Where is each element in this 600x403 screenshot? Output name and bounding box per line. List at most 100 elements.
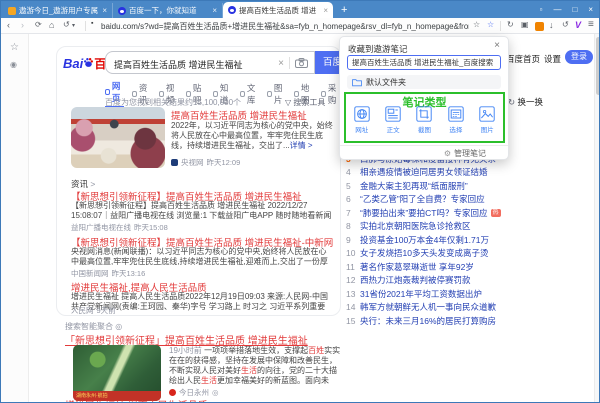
hot-search-item[interactable]: 4相亲遇疫情被迫同居男女领证结婚 — [346, 166, 591, 180]
result3-source: 中国新闻网昨天13:16 — [71, 268, 145, 279]
close-window-button[interactable]: × — [588, 5, 593, 14]
chevron-right-icon: > — [90, 179, 95, 189]
search-tools[interactable]: ▽ 搜索工具 — [285, 97, 325, 108]
baidu-paw-icon — [83, 57, 94, 68]
search-query-text: 提高百姓生活品质 增进民生福祉 — [114, 58, 274, 71]
tab-close-icon[interactable]: × — [102, 6, 107, 15]
hot-search-item[interactable]: 6“乙类乙管”阳了全自费？专家回应 — [346, 193, 591, 207]
result1-thumbnail[interactable] — [71, 107, 165, 168]
image-icon — [267, 91, 272, 97]
divider — [289, 57, 290, 69]
hot-search-list: 3白肺与原始毒株和疫苗接种有无关系 4相亲遇疫情被迫同居男女领证结婚 5金融大案… — [346, 152, 591, 328]
search-box[interactable]: 提高百姓生活品质 增进民生福祉 × — [105, 51, 315, 74]
note-type-selection[interactable]: 选择 — [443, 106, 469, 134]
sync-icon[interactable]: ↺ — [562, 20, 569, 29]
forward-icon[interactable]: › — [21, 20, 24, 30]
maximize-button[interactable]: □ — [572, 5, 577, 14]
hot-search-item[interactable]: 7“肺要拍出来”要拍CT吗？专家回应热 — [346, 206, 591, 220]
browser-side-strip: ☆ ◉ — [1, 34, 29, 403]
panel-icon[interactable]: ▫ — [540, 5, 543, 14]
info-circle-icon[interactable]: ◎ — [212, 388, 219, 397]
image-icon — [479, 106, 495, 122]
baidu-results-page: ☆ ◉ Bai百度 提高百姓生活品质 增进民生福祉 × 百度一下 网页 资讯 视… — [1, 34, 600, 403]
note-type-article[interactable]: 正文 — [380, 106, 406, 134]
tab-close-icon[interactable]: × — [323, 6, 328, 15]
divider — [500, 21, 501, 31]
camera-search-icon[interactable] — [295, 58, 308, 68]
tab-title: 百度一下，你就知道 — [129, 5, 208, 16]
tab-images[interactable]: 图片 — [267, 80, 286, 108]
folder-icon — [352, 78, 362, 87]
manage-notes-link[interactable]: 管理笔记 — [454, 148, 486, 159]
reader-eye-icon[interactable]: ◉ — [10, 60, 17, 69]
hot-search-item[interactable]: 12西热力江炮轰裁判被停赛罚款 — [346, 274, 591, 288]
result5-snippet: 19小时前 一项项举措落地生效，支撑起百姓实实在在的获得感，坚持在发展中保障和改… — [169, 346, 341, 386]
site-security-icon[interactable]: ▪ — [91, 20, 93, 27]
hot-search-item[interactable]: 5金融大案主犯再现“纸面服刑” — [346, 179, 591, 193]
result1-more-link[interactable]: 详情 > — [290, 141, 313, 150]
login-button[interactable]: 登录 — [565, 50, 593, 64]
tab-wenku[interactable]: 文库 — [240, 80, 259, 108]
note-type-url[interactable]: 网址 — [349, 106, 375, 134]
note-type-image[interactable]: 图片 — [474, 106, 500, 134]
document-icon — [385, 106, 401, 122]
extension-icon[interactable] — [535, 22, 544, 31]
new-tab-button[interactable]: + — [341, 4, 347, 16]
address-bar[interactable]: baidu.com/s?wd=提高百姓生活品质+增进民生福祉&sa=fyb_n_… — [101, 21, 469, 32]
cctv-favicon — [171, 159, 178, 166]
popup-close-icon[interactable]: × — [494, 40, 500, 51]
page-scrollbar[interactable] — [594, 34, 600, 403]
note-type-buttons: 网址 正文 截图 选择 图片 — [346, 106, 503, 134]
note-type-screenshot[interactable]: 截图 — [411, 106, 437, 134]
result5-thumbnail[interactable]: 湖南永州·航拍 — [73, 345, 161, 401]
refresh-circle-icon: ↻ — [508, 97, 515, 107]
tab-baidu-home[interactable]: 百度一下，你就知道 × — [113, 3, 223, 18]
popup-title: 收藏到遨游笔记 — [348, 43, 408, 55]
download-icon[interactable]: ↓ — [549, 20, 554, 30]
clear-search-icon[interactable]: × — [278, 58, 284, 69]
menu-icon[interactable]: ≡ — [588, 19, 594, 30]
minimize-button[interactable]: — — [553, 5, 561, 14]
note-title-input[interactable] — [347, 55, 501, 70]
recently-closed-icon[interactable]: ↺ — [63, 20, 70, 29]
settings-link[interactable]: 设置 — [544, 53, 561, 65]
result1-title[interactable]: 提高百姓生活品质 增进民生福祉 — [171, 108, 336, 122]
tab-close-icon[interactable]: × — [212, 6, 217, 15]
hot-refresh-button[interactable]: ↻ 换一换 — [508, 96, 543, 108]
hot-search-item[interactable]: 1331省份2021年平均工资数据出炉 — [346, 287, 591, 301]
gear-icon: ⚙ — [444, 149, 451, 158]
globe-icon — [354, 106, 370, 122]
result6-title[interactable]: 增进民生福祉 提高人民生活品质 — [65, 397, 340, 403]
hot-search-item[interactable]: 15央行：未来三月16%的居民打算购房 — [346, 314, 591, 328]
hot-search-item[interactable]: 10女子发烧捂10多天头发变成离子烫 — [346, 247, 591, 261]
tab-maxthon-today[interactable]: 遨游今日_遨游用户专属 × — [3, 3, 113, 18]
hot-search-item[interactable]: 11著名作家葛翠琳逝世 享年92岁 — [346, 260, 591, 274]
chevron-down-icon[interactable]: ▾ — [72, 22, 75, 29]
scrollbar-thumb[interactable] — [596, 37, 600, 95]
hot-search-item[interactable]: 14韩军方就朝鲜无人机一事向民众道歉 — [346, 301, 591, 315]
vip-icon[interactable]: V — [575, 20, 581, 30]
save-to-maxnote-popup: 收藏到遨游笔记 × 默认文件夹 笔记类型 网址 正文 截图 — [339, 36, 509, 160]
back-icon[interactable]: ‹ — [7, 20, 10, 30]
info-circle-icon[interactable]: ◎ — [115, 322, 122, 331]
result2-source: 益阳广播电视在线昨天15:08 — [71, 222, 168, 233]
smart-aggregation-label: 搜索智能聚合 ◎ — [65, 321, 122, 332]
result4-source: 人民网9天前 — [71, 305, 116, 316]
selection-icon — [448, 106, 464, 122]
favorites-star-icon[interactable]: ☆ — [10, 42, 19, 53]
baidu-home-link[interactable]: 百度首页 — [506, 53, 540, 65]
history-icon[interactable]: ↻ — [507, 20, 514, 29]
screenshot-icon[interactable]: ▣ — [521, 20, 529, 29]
tab-search-results[interactable]: 提高百姓生活品质 增进 × — [223, 2, 333, 18]
hot-search-item[interactable]: 8实拍北京朝阳医院急诊抢救区 — [346, 220, 591, 234]
folder-selector[interactable]: 默认文件夹 — [347, 75, 501, 89]
refresh-icon[interactable]: ⟳ — [35, 20, 42, 29]
divider — [85, 21, 86, 31]
tab-title: 提高百姓生活品质 增进 — [239, 5, 319, 16]
maxnote-star-icon[interactable]: ☆ — [487, 20, 494, 29]
home-icon[interactable]: ⌂ — [49, 20, 54, 30]
result3-snippet: 央视网消息(新闻联播)：以习近平同志为核心的党中央,始终将人民放在心中最高位置,… — [71, 247, 333, 267]
hot-search-item[interactable]: 9投资基金100万本金4年仅剩1.71万 — [346, 233, 591, 247]
web-icon — [105, 89, 110, 95]
add-favorite-icon[interactable]: ☆ — [473, 20, 480, 29]
